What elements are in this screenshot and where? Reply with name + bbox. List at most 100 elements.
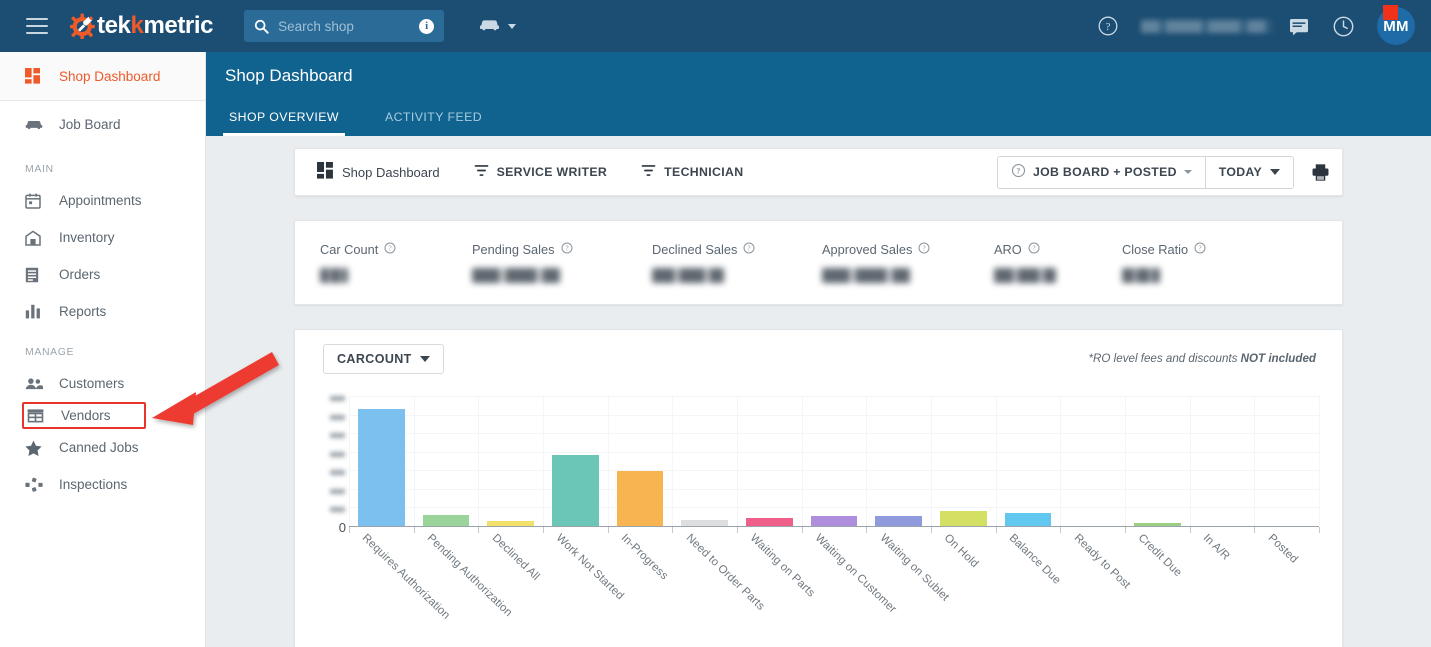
x-axis-label: Waiting on Parts (748, 532, 817, 600)
chart-bars (349, 396, 1319, 526)
sidebar-item-appointments[interactable]: Appointments (0, 182, 205, 219)
chart-header: CARCOUNT *RO level fees and discounts NO… (295, 330, 1342, 386)
sidebar-item-canned-jobs[interactable]: Canned Jobs (0, 429, 205, 466)
sidebar-item-inspections[interactable]: Inspections (0, 466, 205, 503)
svg-text:?: ? (1199, 245, 1202, 253)
sidebar-group-main-title: MAIN (0, 147, 205, 182)
printer-icon (1311, 163, 1330, 182)
notification-badge (1383, 5, 1398, 20)
tab-shop-overview[interactable]: SHOP OVERVIEW (223, 110, 345, 136)
logo-text-tek: tek (97, 12, 131, 39)
sidebar-item-label: Reports (59, 304, 106, 319)
x-axis-label: In A/R (1201, 532, 1232, 563)
logo-wordmark: tekkmetric (97, 14, 213, 38)
help-circle-icon[interactable]: ? (1194, 242, 1206, 257)
help-circle-icon[interactable]: ? (743, 242, 755, 257)
help-circle-icon[interactable]: ? (1097, 15, 1119, 37)
x-axis-label: On Hold (942, 532, 981, 570)
sidebar-item-job-board[interactable]: Job Board (0, 101, 205, 147)
kpi-value (1122, 268, 1160, 283)
chart-bar[interactable] (811, 516, 858, 526)
chart-bar[interactable] (358, 409, 405, 526)
sidebar-item-label: Inspections (59, 477, 127, 492)
inspection-icon (25, 477, 47, 493)
sidebar-item-reports[interactable]: Reports (0, 293, 205, 330)
sidebar-navigation: Shop Dashboard Job Board MAIN (0, 52, 206, 647)
x-axis-label: Declined All (489, 532, 541, 583)
hamburger-menu-icon[interactable] (26, 18, 48, 34)
kpi-pending-sales: Pending Sales ? (447, 242, 627, 283)
filter-job-board-posted-button[interactable]: ? JOB BOARD + POSTED (998, 156, 1205, 189)
y-axis-tick-label (330, 396, 345, 401)
chevron-down-icon (1270, 169, 1280, 175)
chart-x-axis-labels: Requires AuthorizationPending Authorizat… (349, 532, 1339, 647)
sidebar-item-shop-dashboard[interactable]: Shop Dashboard (0, 52, 205, 101)
svg-text:?: ? (1032, 245, 1035, 253)
kpi-summary-card: Car Count ? Pending Sales ? (294, 220, 1343, 305)
top-bar-right-cluster: ? MM (1097, 0, 1431, 52)
chart-bar[interactable] (875, 516, 922, 526)
kpi-label-text: ARO (994, 242, 1022, 257)
svg-text:?: ? (389, 245, 392, 253)
message-icon[interactable] (1288, 16, 1310, 36)
gridline-vertical (1319, 396, 1320, 526)
help-circle-icon[interactable]: ? (561, 242, 573, 257)
main-content: Shop Dashboard SERVICE WRITER (206, 136, 1431, 647)
kpi-value (652, 268, 724, 283)
vehicle-selector[interactable] (479, 17, 516, 36)
chart-bar[interactable] (552, 455, 599, 527)
y-axis-tick-label (330, 452, 345, 457)
receipt-icon (25, 267, 47, 283)
toolbar-button-label: Shop Dashboard (342, 165, 440, 180)
chart-bar[interactable] (681, 520, 728, 527)
chart-bar[interactable] (1134, 523, 1181, 526)
info-icon[interactable]: i (419, 19, 434, 34)
sidebar-item-label: Customers (59, 376, 124, 391)
sidebar-item-label: Canned Jobs (59, 440, 139, 455)
chart-metric-dropdown[interactable]: CARCOUNT (323, 344, 444, 374)
page-header: Shop Dashboard SHOP OVERVIEW ACTIVITY FE… (206, 52, 1431, 136)
chart-bar[interactable] (423, 515, 470, 526)
toolbar-button-service-writer[interactable]: SERVICE WRITER (464, 157, 618, 187)
chart-bar[interactable] (940, 511, 987, 526)
chart-metric-label: CARCOUNT (337, 352, 412, 366)
tab-activity-feed[interactable]: ACTIVITY FEED (379, 110, 488, 136)
gear-wrench-icon (70, 13, 96, 39)
toolbar-button-technician[interactable]: TECHNICIAN (631, 157, 753, 187)
logo-text-k: k (131, 12, 144, 39)
toolbar-button-shop-dashboard[interactable]: Shop Dashboard (307, 157, 450, 187)
kpi-label-text: Pending Sales (472, 242, 555, 257)
kpi-value (994, 268, 1056, 283)
shop-name-label[interactable] (1141, 20, 1274, 33)
chart-bar[interactable] (617, 471, 664, 526)
kpi-label-text: Close Ratio (1122, 242, 1188, 257)
help-circle-icon[interactable]: ? (384, 242, 396, 257)
filter-label: JOB BOARD + POSTED (1033, 165, 1177, 179)
kpi-label-text: Declined Sales (652, 242, 737, 257)
kpi-label-text: Car Count (320, 242, 378, 257)
date-range-label: TODAY (1219, 165, 1262, 179)
search-shop-input[interactable]: Search shop i (244, 10, 444, 42)
page-title: Shop Dashboard (225, 66, 353, 86)
sidebar-item-orders[interactable]: Orders (0, 256, 205, 293)
svg-text:?: ? (1106, 21, 1111, 33)
search-input-placeholder: Search shop (278, 19, 419, 34)
date-range-today-button[interactable]: TODAY (1205, 156, 1293, 189)
print-button[interactable] (1311, 163, 1330, 182)
sidebar-item-label: Shop Dashboard (59, 69, 160, 84)
kpi-label: Pending Sales ? (472, 242, 627, 257)
sidebar-item-inventory[interactable]: Inventory (0, 219, 205, 256)
sidebar-item-customers[interactable]: Customers (0, 365, 205, 402)
clock-icon[interactable] (1332, 15, 1355, 38)
chevron-down-icon (508, 24, 516, 29)
chart-bar[interactable] (487, 521, 534, 526)
help-circle-icon[interactable]: ? (918, 242, 930, 257)
filter-icon (641, 164, 656, 180)
help-circle-icon[interactable]: ? (1028, 242, 1040, 257)
sidebar-item-label: Inventory (59, 230, 115, 245)
sidebar-item-vendors[interactable]: Vendors (22, 402, 146, 429)
chart-bar[interactable] (1005, 513, 1052, 526)
chart-bar[interactable] (746, 518, 793, 526)
tekmetric-logo[interactable]: tekkmetric (70, 0, 213, 52)
people-icon (25, 377, 47, 391)
